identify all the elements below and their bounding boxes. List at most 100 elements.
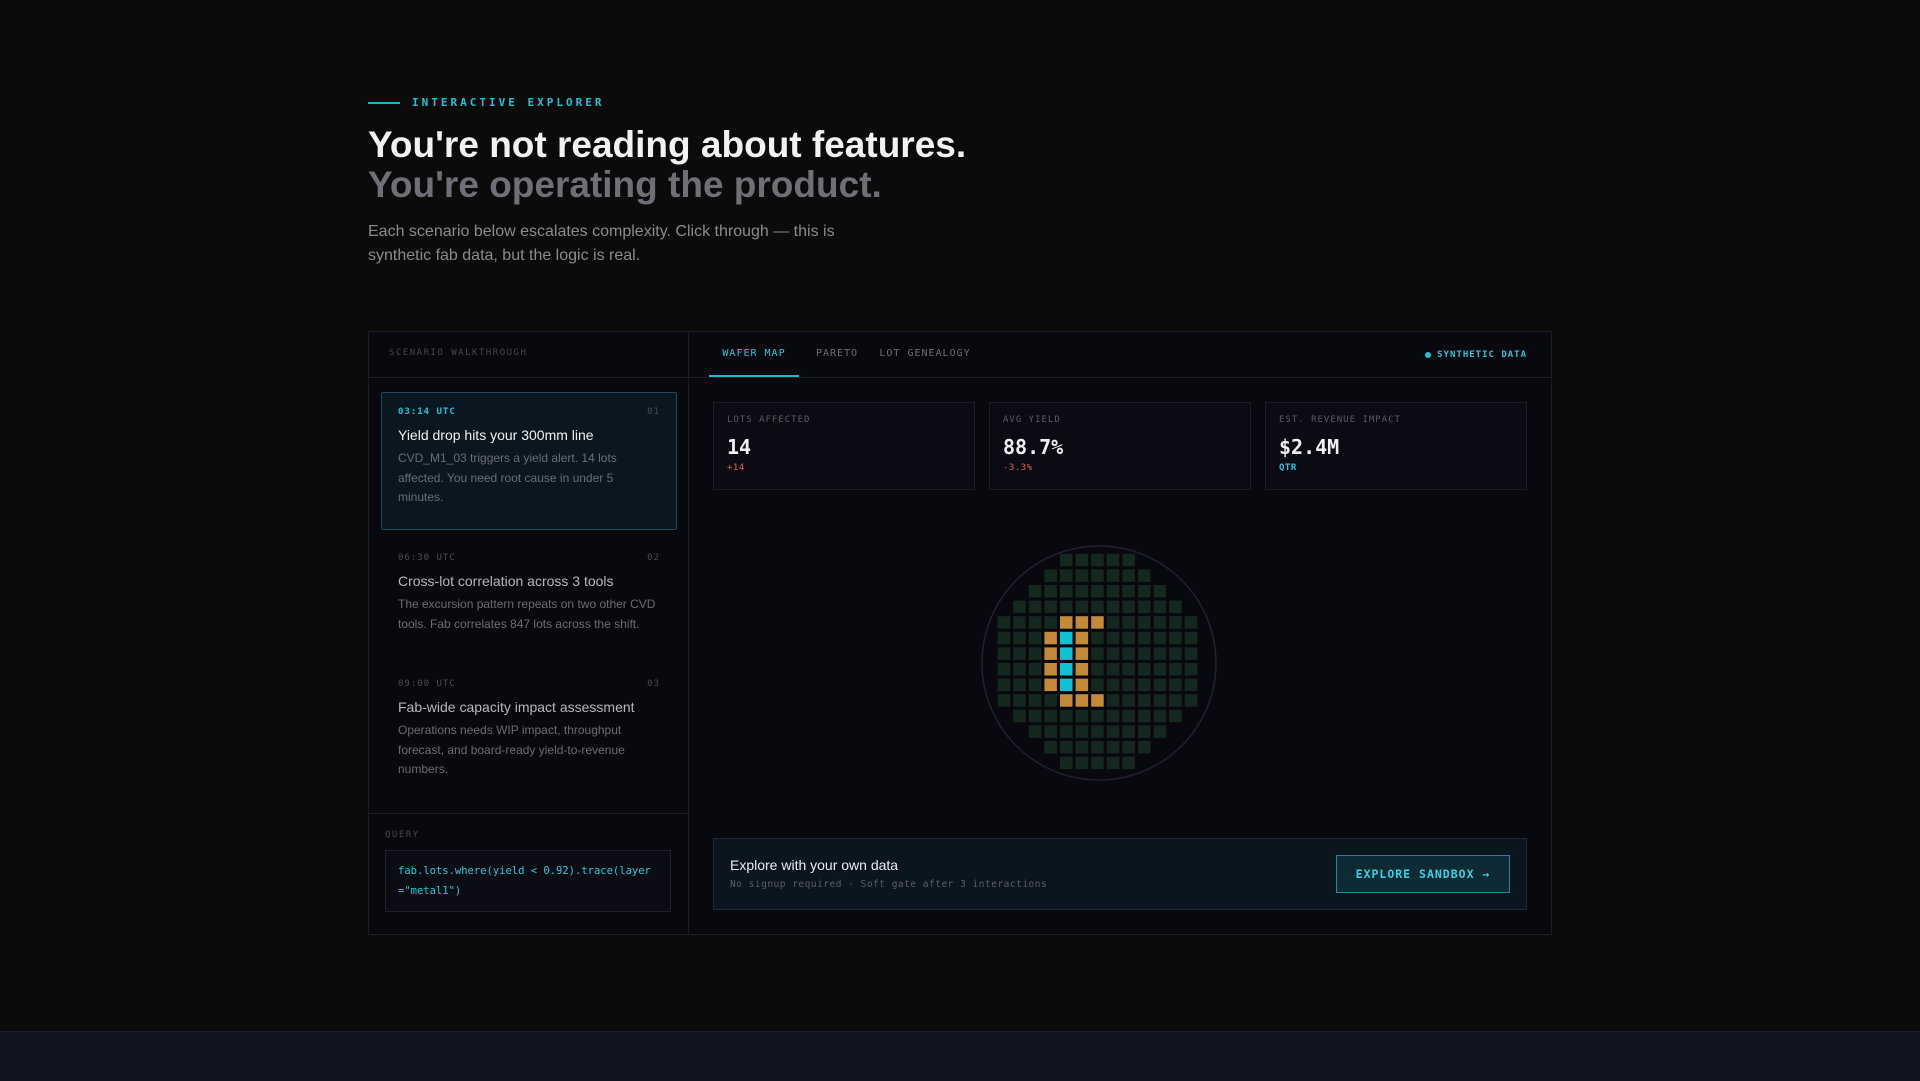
wafer-die-pass[interactable]	[1028, 663, 1042, 676]
wafer-die-pass[interactable]	[1169, 694, 1182, 707]
wafer-die-pass[interactable]	[1138, 678, 1151, 692]
scenario-card-2[interactable]: 06:30 UTC 02 Cross-lot correlation acros…	[381, 538, 677, 656]
wafer-die-pass[interactable]	[1060, 600, 1073, 614]
wafer-die-pass[interactable]	[1184, 694, 1198, 707]
wafer-die-marginal[interactable]	[1091, 694, 1104, 707]
wafer-die-marginal[interactable]	[1075, 678, 1089, 692]
wafer-die-pass[interactable]	[1044, 694, 1057, 707]
wafer-die-pass[interactable]	[1106, 756, 1120, 770]
wafer-die-pass[interactable]	[1184, 631, 1198, 645]
wafer-die-pass[interactable]	[1013, 709, 1026, 723]
wafer-die-pass[interactable]	[1184, 616, 1198, 629]
wafer-die-pass[interactable]	[1075, 585, 1089, 598]
wafer-die-pass[interactable]	[1028, 678, 1042, 692]
wafer-die-pass[interactable]	[1184, 678, 1198, 692]
wafer-die-pass[interactable]	[1044, 585, 1057, 598]
wafer-die-pass[interactable]	[1122, 756, 1135, 770]
wafer-die-marginal[interactable]	[1075, 663, 1089, 676]
wafer-die-pass[interactable]	[1122, 631, 1135, 645]
wafer-die-pass[interactable]	[1106, 647, 1120, 660]
wafer-die-pass[interactable]	[997, 694, 1011, 707]
wafer-die-pass[interactable]	[1060, 725, 1073, 738]
wafer-die-pass[interactable]	[1169, 663, 1182, 676]
wafer-die-marginal[interactable]	[1044, 647, 1057, 660]
wafer-die-pass[interactable]	[1091, 678, 1104, 692]
wafer-die-fail[interactable]	[1060, 663, 1073, 676]
wafer-die-pass[interactable]	[1169, 600, 1182, 614]
wafer-die-pass[interactable]	[1060, 569, 1073, 582]
wafer-die-pass[interactable]	[1091, 553, 1104, 567]
wafer-die-pass[interactable]	[1169, 709, 1182, 723]
wafer-die-pass[interactable]	[1028, 616, 1042, 629]
wafer-die-pass[interactable]	[1122, 553, 1135, 567]
wafer-die-pass[interactable]	[1075, 741, 1089, 754]
wafer-die-pass[interactable]	[1122, 600, 1135, 614]
wafer-die-pass[interactable]	[997, 616, 1011, 629]
wafer-die-pass[interactable]	[1169, 678, 1182, 692]
wafer-die-pass[interactable]	[1122, 663, 1135, 676]
wafer-die-pass[interactable]	[1138, 709, 1151, 723]
wafer-die-pass[interactable]	[1075, 756, 1089, 770]
wafer-die-pass[interactable]	[1106, 725, 1120, 738]
wafer-die-pass[interactable]	[1122, 725, 1135, 738]
wafer-die-pass[interactable]	[1044, 616, 1057, 629]
wafer-die-pass[interactable]	[1013, 678, 1026, 692]
explore-sandbox-button[interactable]: EXPLORE SANDBOX →	[1336, 855, 1510, 893]
wafer-die-fail[interactable]	[1060, 631, 1073, 645]
wafer-die-pass[interactable]	[1138, 631, 1151, 645]
wafer-die-pass[interactable]	[1075, 725, 1089, 738]
wafer-die-marginal[interactable]	[1075, 631, 1089, 645]
wafer-die-pass[interactable]	[1091, 569, 1104, 582]
wafer-die-marginal[interactable]	[1044, 678, 1057, 692]
wafer-die-pass[interactable]	[1122, 678, 1135, 692]
wafer-die-pass[interactable]	[1044, 725, 1057, 738]
wafer-die-marginal[interactable]	[1060, 616, 1073, 629]
wafer-die-pass[interactable]	[1060, 741, 1073, 754]
wafer-die-pass[interactable]	[1122, 585, 1135, 598]
wafer-die-pass[interactable]	[1106, 600, 1120, 614]
wafer-die-pass[interactable]	[1138, 585, 1151, 598]
wafer-die-pass[interactable]	[1091, 585, 1104, 598]
wafer-die-pass[interactable]	[1106, 678, 1120, 692]
wafer-die-pass[interactable]	[1028, 725, 1042, 738]
wafer-die-pass[interactable]	[1091, 631, 1104, 645]
wafer-die-pass[interactable]	[1138, 663, 1151, 676]
wafer-die-pass[interactable]	[1122, 694, 1135, 707]
wafer-die-pass[interactable]	[1122, 616, 1135, 629]
wafer-die-pass[interactable]	[1091, 600, 1104, 614]
wafer-die-pass[interactable]	[1153, 585, 1167, 598]
wafer-die-pass[interactable]	[1028, 709, 1042, 723]
wafer-die-pass[interactable]	[1106, 569, 1120, 582]
wafer-die-pass[interactable]	[1106, 741, 1120, 754]
wafer-die-pass[interactable]	[1028, 631, 1042, 645]
wafer-die-pass[interactable]	[1106, 585, 1120, 598]
wafer-die-pass[interactable]	[1075, 600, 1089, 614]
wafer-die-pass[interactable]	[1075, 569, 1089, 582]
wafer-die-marginal[interactable]	[1075, 694, 1089, 707]
wafer-die-pass[interactable]	[1106, 663, 1120, 676]
wafer-die-marginal[interactable]	[1044, 663, 1057, 676]
wafer-die-pass[interactable]	[1153, 694, 1167, 707]
wafer-die-pass[interactable]	[1153, 631, 1167, 645]
wafer-die-pass[interactable]	[1169, 616, 1182, 629]
wafer-die-pass[interactable]	[1122, 709, 1135, 723]
wafer-die-pass[interactable]	[1153, 647, 1167, 660]
wafer-die-pass[interactable]	[1106, 631, 1120, 645]
scenario-card-1[interactable]: 03:14 UTC 01 Yield drop hits your 300mm …	[381, 392, 677, 530]
wafer-die-pass[interactable]	[1013, 694, 1026, 707]
wafer-die-pass[interactable]	[1028, 694, 1042, 707]
wafer-die-pass[interactable]	[1028, 647, 1042, 660]
wafer-die-marginal[interactable]	[1091, 616, 1104, 629]
wafer-die-pass[interactable]	[1138, 725, 1151, 738]
wafer-die-pass[interactable]	[997, 678, 1011, 692]
wafer-die-pass[interactable]	[1060, 756, 1073, 770]
wafer-die-pass[interactable]	[1044, 741, 1057, 754]
wafer-die-pass[interactable]	[1060, 709, 1073, 723]
wafer-map[interactable]	[689, 332, 1551, 832]
wafer-die-marginal[interactable]	[1075, 616, 1089, 629]
wafer-die-pass[interactable]	[1013, 647, 1026, 660]
wafer-die-pass[interactable]	[1106, 709, 1120, 723]
wafer-die-pass[interactable]	[997, 631, 1011, 645]
wafer-die-marginal[interactable]	[1044, 631, 1057, 645]
wafer-die-pass[interactable]	[1153, 678, 1167, 692]
